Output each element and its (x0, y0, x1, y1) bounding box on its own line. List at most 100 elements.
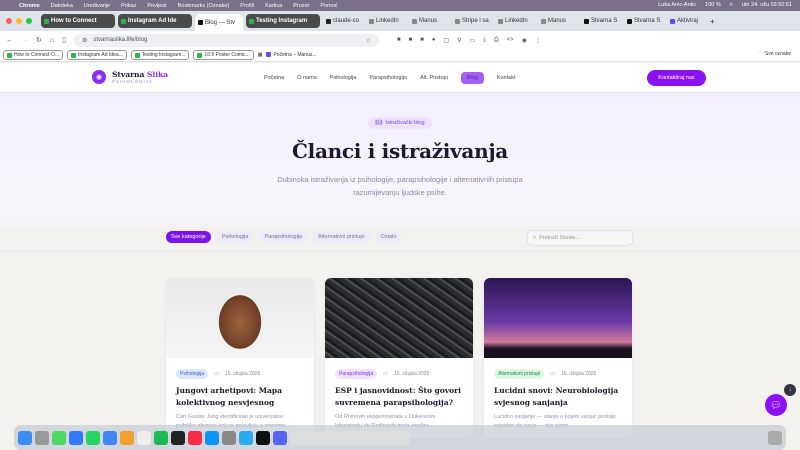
extension-icon[interactable]: ● (432, 37, 436, 44)
article-card[interactable]: Alternativni pristupi ▭ 16. ožujka 2026. L… (484, 278, 632, 438)
settings-icon[interactable] (222, 430, 236, 445)
nav-psihologija[interactable]: Psihologija (330, 75, 357, 81)
close-window-button[interactable] (6, 18, 12, 24)
bookmark[interactable]: Instagram Ad Idea... (67, 50, 127, 60)
more-menu-icon[interactable]: ⋮ (535, 37, 541, 44)
extension-icon[interactable]: ■ (420, 37, 424, 44)
nav-kontakt[interactable]: Kontakt (497, 75, 516, 81)
scroll-down-button[interactable]: ↓ (784, 384, 796, 396)
profile-avatar[interactable]: ◉ (522, 37, 527, 44)
menu-item[interactable]: Uređivanje (84, 3, 110, 9)
chrome-icon[interactable] (103, 430, 117, 445)
download-icon[interactable]: ⤓ (483, 37, 486, 44)
filter-all[interactable]: Sve kategorije (166, 231, 211, 243)
search-icon[interactable]: ⌕ (730, 2, 733, 9)
menu-item[interactable]: Profili (240, 3, 254, 9)
bookmark[interactable]: Testing Instagram... (130, 50, 190, 60)
browser-tab[interactable]: Manus (409, 14, 449, 28)
all-bookmarks[interactable]: 🗀 Sve oznake (758, 51, 791, 59)
new-tab-button[interactable]: + (710, 17, 715, 26)
contact-button[interactable]: Kontaktiraj nas (647, 70, 706, 86)
browser-tab[interactable]: LinkedIn (366, 14, 406, 28)
filter-bar: Sve kategorije Psihologija Parapsihologi… (0, 226, 800, 252)
site-logo[interactable]: ◉ Stvarna Slika PSIHOLOGIJA (92, 70, 168, 84)
sidebar-icon[interactable]: ▯ (62, 36, 66, 44)
recent-windows[interactable] (290, 430, 410, 445)
filter-parapsihologija[interactable]: Parapsihologija (259, 231, 308, 243)
spotify-icon[interactable] (154, 430, 168, 445)
photos-icon[interactable] (120, 430, 134, 445)
bookmark[interactable]: 16:9 Poster Comic... (193, 50, 254, 60)
minimize-window-button[interactable] (16, 18, 22, 24)
app-icon[interactable] (273, 430, 287, 445)
maximize-window-button[interactable] (26, 18, 32, 24)
forward-icon[interactable]: → (21, 37, 28, 44)
article-title: ESP i jasnovidnost: Što govori suvremena… (335, 386, 461, 407)
browser-tab[interactable]: Stvarna S (581, 14, 621, 28)
browser-tab[interactable]: How to Connect (41, 14, 115, 28)
browser-tab[interactable]: Manus (538, 14, 578, 28)
launchpad-icon[interactable] (35, 430, 49, 445)
filter-ostalo[interactable]: Ostalo (375, 231, 402, 243)
nav-alt-pristupi[interactable]: Alt. Pristupi (420, 75, 448, 81)
mail-icon[interactable] (69, 430, 83, 445)
article-image (325, 278, 473, 358)
browser-tab-active[interactable]: Blog — Stv (195, 14, 243, 31)
address-bar[interactable]: ⚙ stvarnaslika.life/blog ☆ (73, 33, 379, 47)
whatsapp-icon[interactable] (86, 430, 100, 445)
extension-icon[interactable]: ▢ (443, 37, 449, 44)
browser-tab[interactable]: Aktiviraj (667, 14, 707, 28)
bookmark[interactable]: How to Connect O... (3, 50, 64, 60)
browser-tab[interactable]: Stvarna S (624, 14, 664, 28)
bookmark-star-icon[interactable]: ☆ (366, 37, 371, 44)
menu-item[interactable]: Kartica (265, 3, 282, 9)
menu-app[interactable]: Chrome (19, 3, 40, 9)
music-icon[interactable] (188, 430, 202, 445)
menu-item[interactable]: Prozor (293, 3, 309, 9)
browser-tab[interactable]: Stripe i sa (452, 14, 492, 28)
bookmark[interactable]: Početna – Manus... (266, 52, 317, 58)
filter-psihologija[interactable]: Psihologija (216, 231, 254, 243)
messages-icon[interactable] (52, 430, 66, 445)
menu-item[interactable]: Povijest (147, 3, 166, 9)
menu-item[interactable]: Bookmarks (Oznake) (178, 3, 230, 9)
hero-section: 📖︎ Istraživački blog Članci i istraživanj… (0, 93, 800, 226)
chat-button[interactable]: 💬︎ (765, 394, 787, 416)
menu-item[interactable]: Pomoć (320, 3, 337, 9)
app-store-icon[interactable] (205, 430, 219, 445)
extension-icon[interactable]: ■ (397, 37, 401, 44)
menu-item[interactable]: Prikaz (121, 3, 136, 9)
code-icon[interactable]: <> (507, 37, 514, 44)
clock[interactable]: uto 24. ožu 03:50:51 (742, 2, 792, 9)
user-name[interactable]: Luka Anic-Antic (658, 2, 696, 9)
nav-blog[interactable]: Blog (460, 72, 484, 84)
tv-icon[interactable] (171, 430, 185, 445)
print-icon[interactable]: ⎙ (494, 37, 499, 44)
apps-grid-icon[interactable]: ▦ (258, 52, 263, 58)
back-icon[interactable]: ← (6, 37, 13, 44)
home-icon[interactable]: ⌂ (50, 37, 54, 44)
calendar-icon[interactable] (137, 430, 151, 445)
telegram-icon[interactable] (239, 430, 253, 445)
article-card[interactable]: Psihologija ▭ 16. ožujka 2026. Jungovi arh… (166, 278, 314, 438)
finder-icon[interactable] (18, 430, 32, 445)
battery-status[interactable]: 100 % (705, 2, 721, 9)
browser-tab[interactable]: claude-co (323, 14, 363, 28)
extension-icon[interactable]: ▭ (470, 37, 476, 44)
menu-item[interactable]: Datoteka (51, 3, 73, 9)
browser-tab[interactable]: Instagram Ad Ide (118, 14, 192, 28)
search-input[interactable]: ⌕ Pretraži članke... (527, 230, 633, 246)
nav-parapsihologija[interactable]: Parapsihologija (369, 75, 407, 81)
reload-icon[interactable]: ↻ (36, 36, 42, 44)
trash-icon[interactable] (768, 430, 782, 445)
browser-tab[interactable]: LinkedIn (495, 14, 535, 28)
extension-icon[interactable]: ■ (409, 37, 413, 44)
site-settings-icon[interactable]: ⚙ (82, 37, 87, 44)
app-icon[interactable] (256, 430, 270, 445)
nav-o-nama[interactable]: O nama (297, 75, 317, 81)
nav-pocetna[interactable]: Početna (264, 75, 284, 81)
extension-icon[interactable]: ⚲ (457, 37, 461, 44)
browser-tab[interactable]: Testing Instagram (246, 14, 320, 28)
article-card[interactable]: Parapsihologija ▭ 16. ožujka 2026. ESP i j… (325, 278, 473, 438)
filter-alternativni[interactable]: Alternativni pristupi (313, 231, 370, 243)
